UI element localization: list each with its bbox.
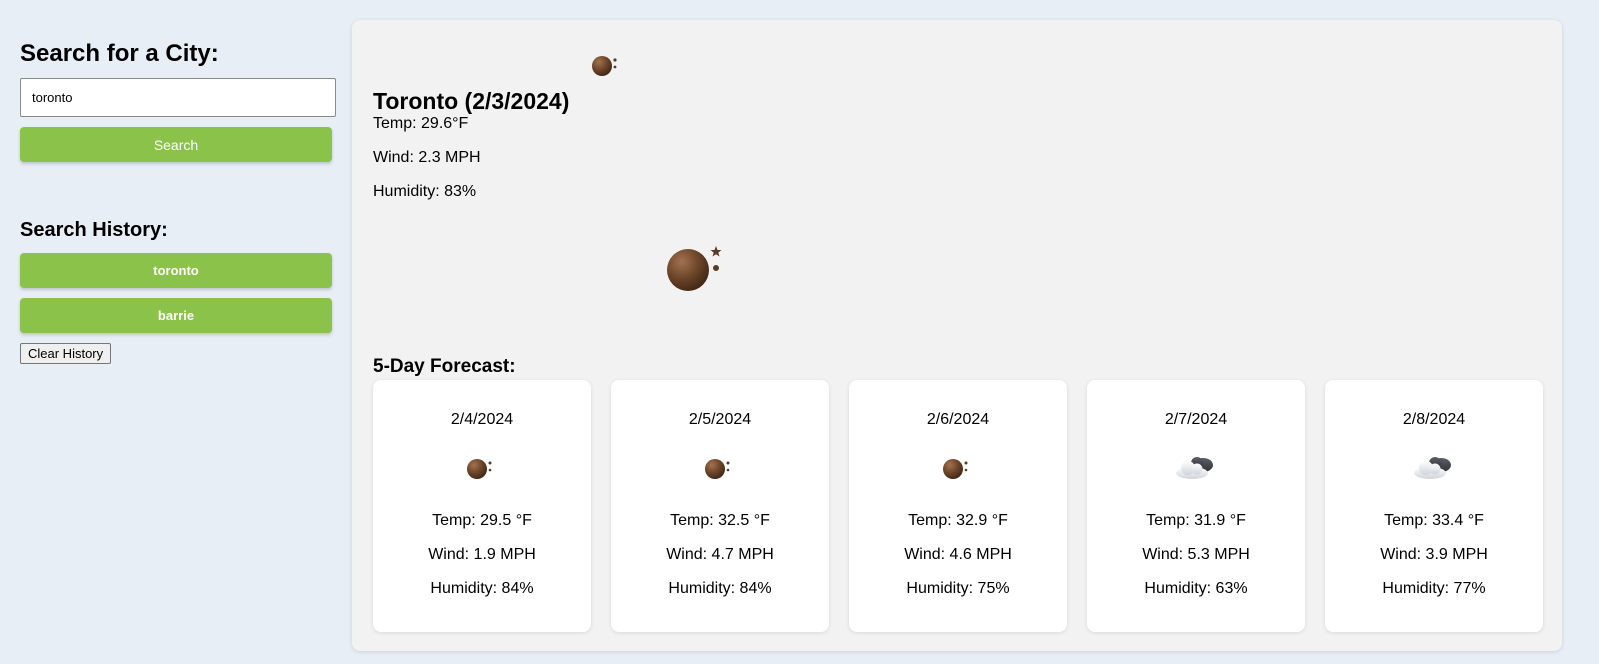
forecast-card: 2/8/2024 Temp: 33.4 °F Wind: 3.9 MPH Hum… [1325,380,1543,632]
history-item-barrie[interactable]: barrie [20,298,332,333]
forecast-date: 2/4/2024 [450,411,514,428]
forecast-humidity: Humidity: 75% [906,580,1010,597]
forecast-temp: Temp: 31.9 °F [1146,512,1246,529]
clear-history-button[interactable]: Clear History [20,343,112,364]
forecast-wind: Wind: 5.3 MPH [1142,546,1250,563]
forecast-humidity: Humidity: 77% [1382,580,1486,597]
forecast-wind: Wind: 1.9 MPH [428,546,536,563]
moon-clear-night-icon [943,459,968,479]
forecast-wind: Wind: 3.9 MPH [1380,546,1488,563]
forecast-humidity: Humidity: 84% [430,580,534,597]
weather-panel: Toronto (2/3/2024) Temp: 29.6°F Wind: 2.… [352,20,1562,651]
forecast-temp: Temp: 33.4 °F [1384,512,1484,529]
forecast-date: 2/8/2024 [1402,411,1466,428]
forecast-humidity: Humidity: 63% [1144,580,1248,597]
forecast-temp: Temp: 32.5 °F [670,512,770,529]
forecast-temp: Temp: 29.5 °F [432,512,532,529]
forecast-card: 2/4/2024 Temp: 29.5 °F Wind: 1.9 MPH Hum… [373,380,591,632]
city-search-input[interactable] [20,78,336,117]
forecast-title: 5-Day Forecast: [373,356,516,377]
current-temp: Temp: 29.6°F [373,115,469,132]
moon-clear-night-icon [467,459,492,479]
forecast-date: 2/5/2024 [688,411,752,428]
forecast-temp: Temp: 32.9 °F [908,512,1008,529]
search-title: Search for a City: [20,40,219,67]
cloudy-night-icon [1414,457,1451,479]
current-humidity: Humidity: 83% [373,183,477,200]
forecast-date: 2/6/2024 [926,411,990,428]
forecast-card: 2/6/2024 Temp: 32.9 °F Wind: 4.6 MPH Hum… [849,380,1067,632]
moon-clear-night-icon [667,246,722,291]
history-item-toronto[interactable]: toronto [20,253,332,288]
search-history-title: Search History: [20,219,168,241]
current-city-heading: Toronto (2/3/2024) [373,88,570,114]
forecast-card: 2/7/2024 Temp: 31.9 °F Wind: 5.3 MPH Hum… [1087,380,1305,632]
moon-clear-night-icon [592,56,617,76]
forecast-wind: Wind: 4.6 MPH [904,546,1012,563]
forecast-humidity: Humidity: 84% [668,580,772,597]
search-button[interactable]: Search [20,127,332,162]
moon-clear-night-icon [705,459,730,479]
cloudy-night-icon [1176,457,1213,479]
forecast-card: 2/5/2024 Temp: 32.5 °F Wind: 4.7 MPH Hum… [611,380,829,632]
forecast-wind: Wind: 4.7 MPH [666,546,774,563]
forecast-date: 2/7/2024 [1164,411,1228,428]
current-wind: Wind: 2.3 MPH [373,149,481,166]
